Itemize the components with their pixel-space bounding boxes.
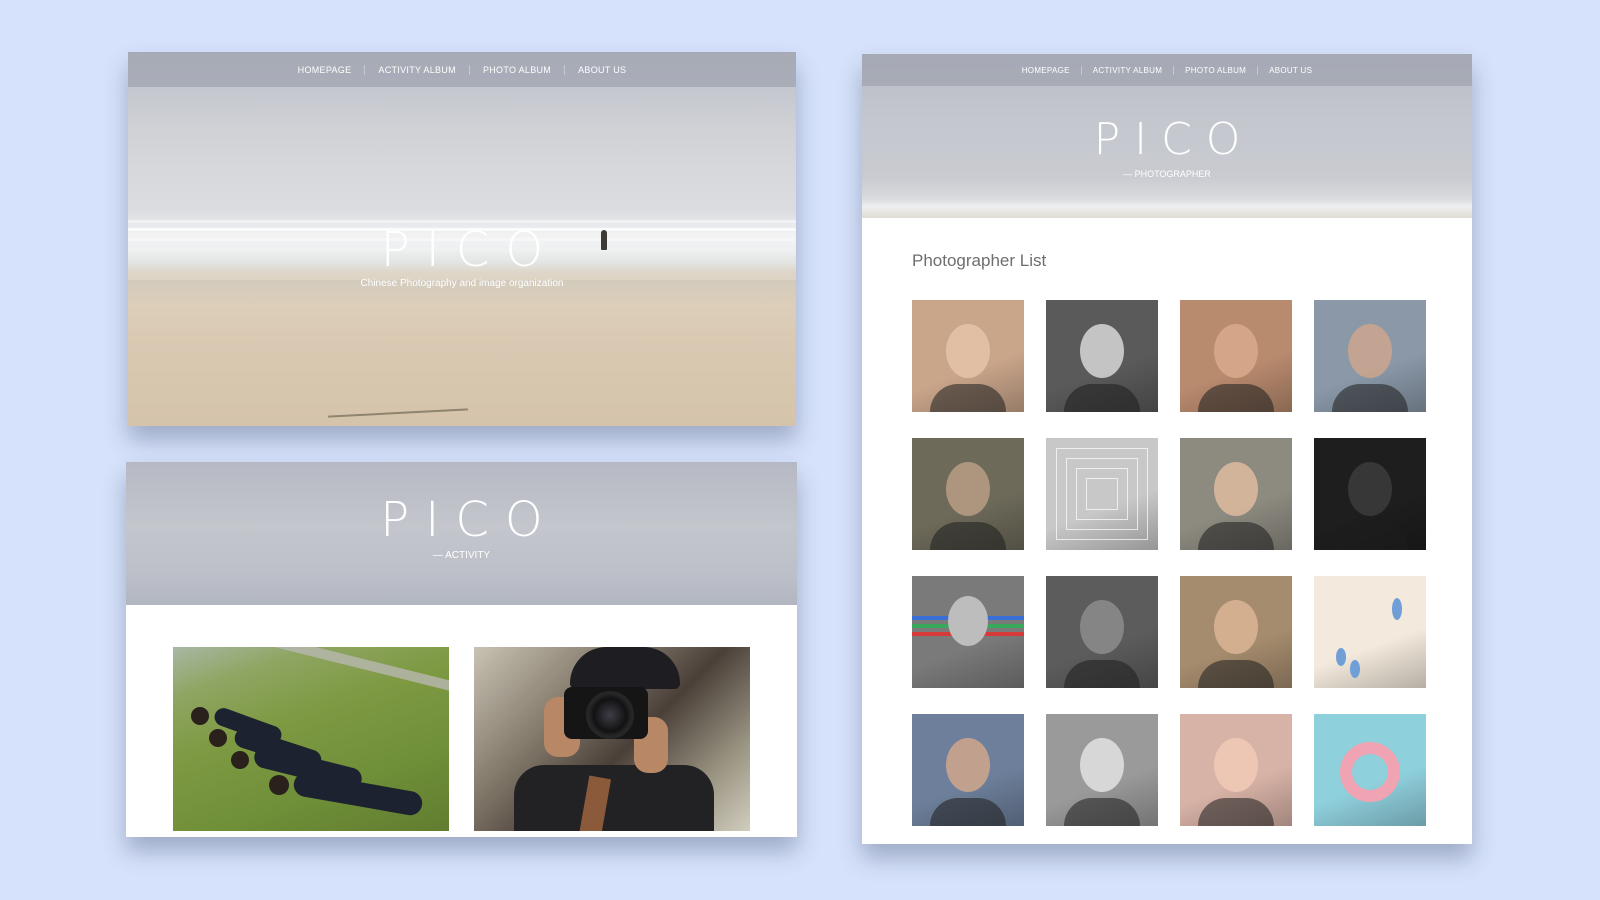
photographer-thumbnail[interactable] [1180,438,1292,550]
nav-photo-album[interactable]: PHOTO ALBUM [470,64,566,75]
photographer-subtitle: — PHOTOGRAPHER [1123,169,1211,179]
activity-logo-title: PICO [380,492,559,548]
nav-photo-album[interactable]: PHOTO ALBUM [1174,65,1259,75]
photographer-nav: HOMEPAGE ACTIVITY ALBUM PHOTO ALBUM ABOU… [862,54,1472,86]
photographer-thumbnail[interactable] [912,576,1024,688]
photographer-thumbnail[interactable] [912,714,1024,826]
site-tagline: Chinese Photography and image organizati… [360,278,564,289]
homepage-preview: HOMEPAGE ACTIVITY ALBUM PHOTO ALBUM ABOU… [128,52,796,426]
photographer-thumbnail[interactable] [1314,300,1426,412]
nav-homepage[interactable]: HOMEPAGE [285,64,366,75]
driftwood [328,408,468,418]
site-logo-title: PICO [380,222,560,278]
camera-lens-icon [586,691,634,739]
photographer-thumbnail[interactable] [912,438,1024,550]
nav-about-us[interactable]: ABOUT US [565,65,639,75]
nav-activity-album[interactable]: ACTIVITY ALBUM [1082,65,1175,75]
photographer-thumbnail[interactable] [1180,714,1292,826]
photographer-thumbnail[interactable] [1314,576,1426,688]
nav-activity-album[interactable]: ACTIVITY ALBUM [365,64,470,75]
photographer-list-heading: Photographer List [912,251,1047,270]
nav-about-us[interactable]: ABOUT US [1258,66,1323,75]
photographer-thumbnail[interactable] [1314,714,1426,826]
photographer-with-camera-photo[interactable] [474,647,750,831]
photographer-thumbnail[interactable] [1314,438,1426,550]
photographer-thumbnail[interactable] [1046,300,1158,412]
photographer-thumbnail[interactable] [1046,576,1158,688]
nav-homepage[interactable]: HOMEPAGE [1011,65,1082,75]
photographer-logo-title: PICO [1093,114,1255,165]
photographer-thumbnail[interactable] [1180,300,1292,412]
activity-page-preview: PICO — ACTIVITY [126,462,797,837]
photographer-thumbnail[interactable] [1046,438,1158,550]
activity-subtitle: — ACTIVITY [432,550,491,561]
photographer-thumbnail[interactable] [1046,714,1158,826]
photographer-thumbnail-grid [912,300,1426,826]
photographer-thumbnail[interactable] [912,300,1024,412]
photographer-thumbnail[interactable] [1180,576,1292,688]
photographer-page-preview: HOMEPAGE ACTIVITY ALBUM PHOTO ALBUM ABOU… [862,54,1472,844]
group-lying-on-grass-photo[interactable] [173,647,449,831]
main-nav: HOMEPAGE ACTIVITY ALBUM PHOTO ALBUM ABOU… [128,52,796,87]
